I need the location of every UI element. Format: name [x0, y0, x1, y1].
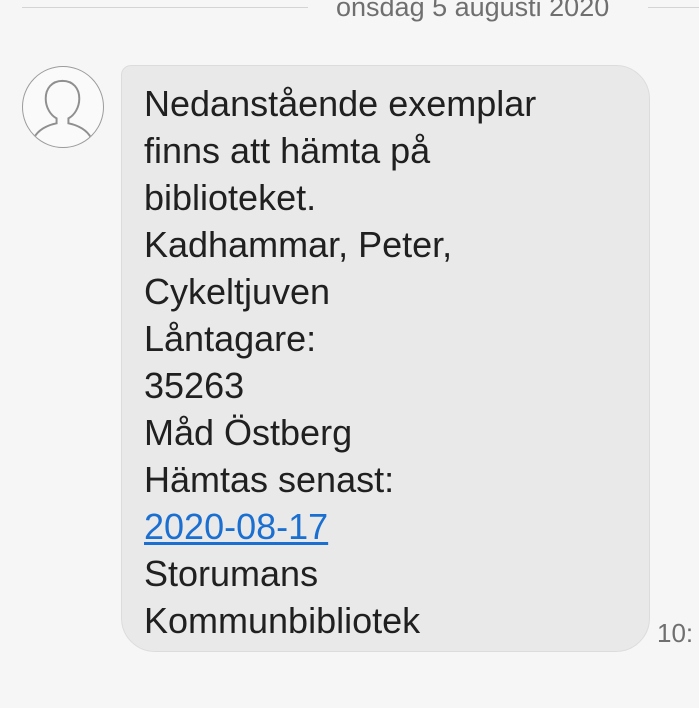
message-line: Kadhammar, Peter, — [144, 224, 453, 265]
contact-avatar[interactable] — [22, 66, 104, 148]
message-line: Hämtas senast: — [144, 459, 395, 500]
date-divider-left — [22, 7, 308, 8]
message-text: Nedanstående exemplar finns att hämta på… — [144, 80, 639, 644]
message-line: Låntagare: — [144, 318, 317, 359]
date-divider-right — [648, 7, 699, 8]
message-line: Nedanstående exemplar — [144, 83, 537, 124]
message-line: Cykeltjuven — [144, 271, 331, 312]
date-link[interactable]: 2020-08-17 — [144, 506, 328, 547]
message-line: Storumans — [144, 553, 319, 594]
message-line: biblioteket. — [144, 177, 317, 218]
message-line: 2020-08-17 — [144, 503, 639, 550]
message-line: Kommunbibliotek — [144, 600, 421, 641]
person-icon — [23, 67, 103, 146]
message-line: Måd Östberg — [144, 412, 353, 453]
message-line: 35263 — [144, 365, 245, 406]
message-line: finns att hämta på — [144, 130, 431, 171]
date-label: onsdag 5 augusti 2020 — [336, 0, 610, 22]
message-timestamp: 10: — [657, 618, 694, 648]
date-separator: onsdag 5 augusti 2020 — [0, 0, 699, 22]
message-bubble[interactable]: Nedanstående exemplar finns att hämta på… — [121, 65, 650, 652]
